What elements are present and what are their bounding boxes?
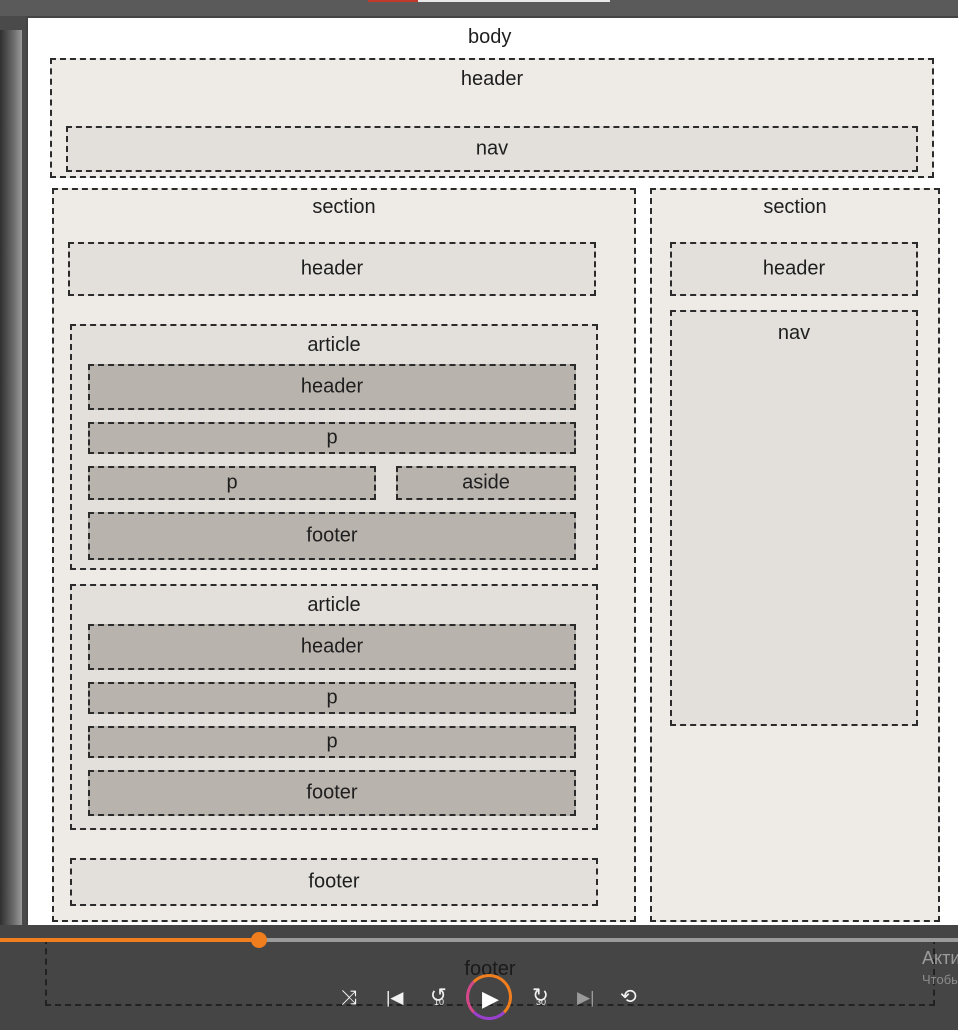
article-1-label: article xyxy=(307,334,361,356)
tab-indicator-white xyxy=(418,0,610,2)
main-section-header-box: header xyxy=(68,242,596,296)
article-1-footer-box: footer xyxy=(88,512,576,560)
activation-watermark-line2: Чтобы xyxy=(922,972,958,987)
article-2-header-label: header xyxy=(300,635,364,658)
play-button[interactable]: ▶ xyxy=(466,974,512,1020)
article-1-p1-label: p xyxy=(326,426,338,449)
forward-30-label: 30 xyxy=(536,997,547,1007)
main-section-footer-label: footer xyxy=(308,870,360,893)
article-1-p1-box: p xyxy=(88,422,576,454)
page-nav-box: nav xyxy=(66,126,918,172)
article-1-p2-box: p xyxy=(88,466,376,500)
main-section-header-label: header xyxy=(300,257,364,280)
activation-watermark-line1: Акти xyxy=(922,948,958,968)
main-section-label: section xyxy=(312,196,376,218)
article-1-box: article header p p aside footer xyxy=(70,324,598,570)
article-2-label: article xyxy=(307,594,361,616)
side-section-header-label: header xyxy=(762,257,826,280)
side-section-box: section header nav xyxy=(650,188,940,922)
article-2-p2-label: p xyxy=(326,730,338,753)
article-1-header-box: header xyxy=(88,364,576,410)
page-header-label: header xyxy=(460,68,524,90)
article-2-p1-label: p xyxy=(326,686,338,709)
repeat-off-icon[interactable]: ⟲ xyxy=(620,987,637,1007)
article-2-p2-box: p xyxy=(88,726,576,758)
left-window-edge xyxy=(0,30,22,925)
article-2-p1-box: p xyxy=(88,682,576,714)
progress-handle[interactable] xyxy=(251,932,267,948)
page-header-box: header nav xyxy=(50,58,934,178)
diagram-canvas: body header nav section header article h… xyxy=(26,16,958,925)
article-1-header-label: header xyxy=(300,375,364,398)
side-section-label: section xyxy=(763,196,827,218)
side-section-nav-box: nav xyxy=(670,310,918,726)
page-nav-label: nav xyxy=(475,137,509,160)
article-2-header-box: header xyxy=(88,624,576,670)
play-icon: ▶ xyxy=(482,986,499,1011)
article-2-footer-label: footer xyxy=(306,781,358,804)
skip-previous-icon[interactable]: |◀ xyxy=(386,989,404,1006)
main-section-footer-box: footer xyxy=(70,858,598,906)
article-1-p2-label: p xyxy=(226,471,238,494)
progress-played xyxy=(0,938,259,942)
shuffle-icon[interactable]: ⤨ xyxy=(341,988,357,1008)
side-section-nav-label: nav xyxy=(777,322,811,344)
article-2-box: article header p p footer xyxy=(70,584,598,830)
article-1-aside-box: aside xyxy=(396,466,576,500)
article-1-footer-label: footer xyxy=(306,524,358,547)
body-label: body xyxy=(468,26,512,48)
top-strip xyxy=(0,0,958,16)
tab-indicator-red xyxy=(368,0,418,2)
skip-next-icon[interactable]: ▶| xyxy=(577,989,595,1006)
article-1-aside-label: aside xyxy=(462,471,510,494)
article-2-footer-box: footer xyxy=(88,770,576,816)
main-section-box: section header article header p p aside … xyxy=(52,188,636,922)
rewind-10-label: 10 xyxy=(434,997,445,1007)
side-section-header-box: header xyxy=(670,242,918,296)
